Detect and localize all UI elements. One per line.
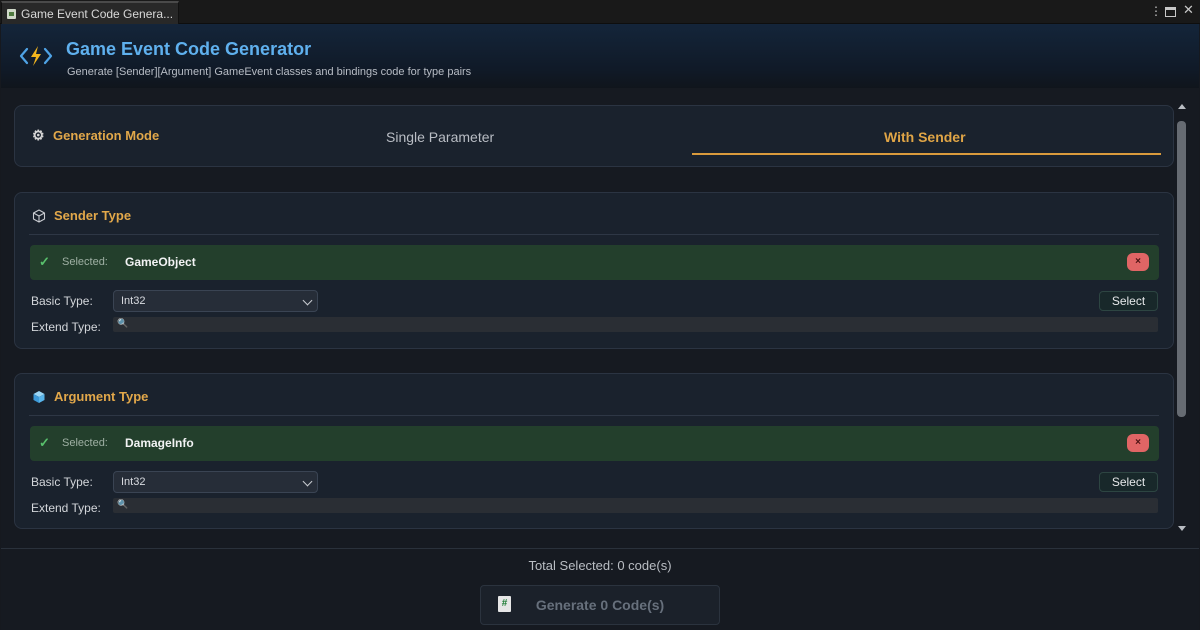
file-code-icon: #: [498, 596, 511, 612]
basic-type-label: Basic Type:: [31, 294, 93, 308]
divider: [29, 234, 1159, 235]
window-tab[interactable]: Game Event Code Genera...: [1, 1, 179, 24]
window-menu-button[interactable]: ⋮: [1150, 4, 1162, 18]
chevron-down-icon: [302, 295, 313, 306]
page-subtitle: Generate [Sender][Argument] GameEvent cl…: [67, 66, 472, 78]
sender-extend-type-search[interactable]: 🔍: [113, 317, 1158, 332]
argument-select-button[interactable]: Select: [1099, 472, 1158, 492]
generation-mode-label: Generation Mode: [53, 128, 160, 143]
tab-with-sender[interactable]: With Sender: [884, 129, 966, 145]
generate-code-button[interactable]: # Generate 0 Code(s): [480, 585, 720, 625]
check-icon: ✓: [39, 254, 50, 269]
cube-filled-icon: [33, 390, 45, 403]
extend-type-label: Extend Type:: [31, 320, 101, 334]
cube-outline-icon: [32, 208, 46, 223]
selected-label: Selected:: [62, 437, 108, 449]
sender-type-card: Sender Type ✓ Selected: GameObject × Bas…: [14, 192, 1174, 349]
basic-type-label: Basic Type:: [31, 475, 93, 489]
generate-button-label: Generate 0 Code(s): [535, 597, 665, 613]
content-scroll-area[interactable]: ⚙ Generation Mode Single Parameter With …: [1, 88, 1199, 548]
maximize-button[interactable]: [1165, 7, 1176, 17]
active-tab-indicator: [692, 153, 1161, 155]
window-tab-title: Game Event Code Genera...: [21, 6, 174, 21]
sender-basic-type-dropdown[interactable]: Int32: [113, 290, 318, 312]
argument-type-card: Argument Type ✓ Selected: DamageInfo × B…: [14, 373, 1174, 529]
selected-label: Selected:: [62, 256, 108, 268]
search-icon: 🔍: [117, 318, 129, 328]
tab-single-parameter[interactable]: Single Parameter: [386, 129, 494, 145]
remove-sender-button[interactable]: ×: [1127, 253, 1149, 271]
scrollbar-thumb[interactable]: [1177, 121, 1186, 417]
dropdown-value: Int32: [121, 476, 146, 488]
scroll-down-arrow[interactable]: [1178, 526, 1186, 531]
argument-type-title: Argument Type: [54, 389, 149, 404]
close-window-button[interactable]: ✕: [1183, 3, 1194, 17]
total-selected-count: Total Selected: 0 code(s): [528, 558, 672, 573]
sender-type-title: Sender Type: [54, 208, 132, 223]
argument-basic-type-dropdown[interactable]: Int32: [113, 471, 318, 493]
generation-mode-heading: ⚙ Generation Mode: [32, 128, 159, 143]
generation-mode-card: ⚙ Generation Mode Single Parameter With …: [14, 105, 1174, 167]
page-title: Game Event Code Generator: [66, 39, 312, 59]
chevron-down-icon: [302, 476, 313, 487]
script-file-icon: [7, 8, 16, 19]
argument-selected-row: ✓ Selected: DamageInfo ×: [30, 426, 1159, 461]
app-header: Game Event Code Generator Generate [Send…: [1, 24, 1199, 88]
lightning-code-icon: [19, 46, 53, 66]
dropdown-value: Int32: [121, 295, 146, 307]
window-tab-bar: Game Event Code Genera... ⋮ ✕: [0, 0, 1200, 24]
search-icon: 🔍: [117, 499, 129, 509]
sender-select-button[interactable]: Select: [1099, 291, 1158, 311]
sender-selected-value: GameObject: [125, 255, 196, 269]
check-icon: ✓: [39, 435, 50, 450]
sender-selected-row: ✓ Selected: GameObject ×: [30, 245, 1159, 280]
divider: [29, 415, 1159, 416]
remove-argument-button[interactable]: ×: [1127, 434, 1149, 452]
extend-type-label: Extend Type:: [31, 501, 101, 515]
argument-extend-type-search[interactable]: 🔍: [113, 498, 1158, 513]
gear-icon: ⚙: [32, 127, 45, 143]
sender-type-heading: Sender Type: [32, 208, 131, 223]
argument-selected-value: DamageInfo: [125, 436, 194, 450]
footer: Total Selected: 0 code(s) # Generate 0 C…: [1, 548, 1199, 630]
argument-type-heading: Argument Type: [32, 389, 148, 404]
